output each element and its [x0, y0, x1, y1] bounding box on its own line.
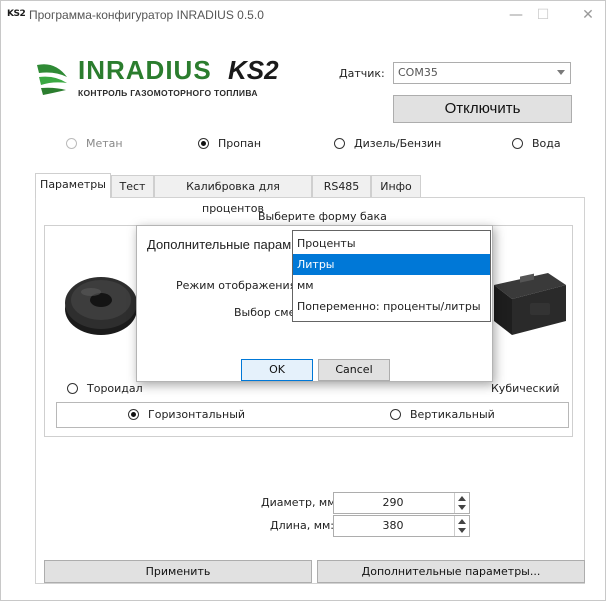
shape-label-toroid: Тороидал [87, 382, 143, 395]
spin-up-icon [458, 519, 466, 524]
logo-brand-text: INRADIUS [78, 55, 212, 85]
spin-down-icon [458, 528, 466, 533]
chevron-down-icon [557, 70, 565, 75]
brand-logo: INRADIUS KS2 КОНТРОЛЬ ГАЗОМОТОРНОГО ТОПЛ… [33, 55, 293, 115]
maximize-button[interactable]: ☐ [530, 4, 556, 26]
app-icon: KS2 [7, 9, 26, 19]
logo-swoosh-icon [37, 64, 67, 95]
tab-rs485[interactable]: RS485 [312, 175, 371, 197]
dialog-title: Дополнительные парам [147, 237, 292, 252]
orientation-radio-vertical[interactable] [390, 409, 401, 420]
dropdown-item-alternate[interactable]: Попеременно: проценты/литры [293, 296, 490, 317]
tab-info[interactable]: Инфо [371, 175, 421, 197]
diameter-input[interactable]: 290 [333, 492, 470, 514]
cancel-button[interactable]: Cancel [318, 359, 390, 381]
logo-tagline: КОНТРОЛЬ ГАЗОМОТОРНОГО ТОПЛИВА [78, 88, 258, 98]
spin-up-icon [458, 496, 466, 501]
fuel-label-diesel: Дизель/Бензин [354, 137, 442, 150]
title-bar: KS2 Программа-конфигуратор INRADIUS 0.5.… [0, 0, 606, 30]
window-title: Программа-конфигуратор INRADIUS 0.5.0 [29, 8, 264, 22]
fuel-label-water: Вода [532, 137, 561, 150]
toroid-tank-image[interactable] [63, 262, 138, 342]
length-value: 380 [382, 519, 404, 532]
cubic-tank-image[interactable] [490, 263, 568, 341]
fuel-label-methane: Метан [86, 137, 123, 150]
length-spinner[interactable] [454, 516, 469, 536]
extra-parameters-button[interactable]: Дополнительные параметры... [317, 560, 585, 583]
apply-button[interactable]: Применить [44, 560, 312, 583]
shape-radio-toroid[interactable] [67, 383, 78, 394]
tank-shape-title: Выберите форму бака [258, 210, 387, 223]
spin-down-icon [458, 505, 466, 510]
orientation-label-vertical: Вертикальный [410, 408, 495, 421]
fuel-radio-diesel[interactable] [334, 138, 345, 149]
fuel-radio-methane[interactable] [66, 138, 77, 149]
minimize-button[interactable]: — [503, 4, 529, 26]
sensor-label: Датчик: [339, 67, 385, 80]
fuel-radio-water[interactable] [512, 138, 523, 149]
shape-label-cubic: Кубический [491, 382, 560, 395]
sensor-port-select[interactable]: COM35 [393, 62, 571, 84]
tab-test[interactable]: Тест [111, 175, 154, 197]
length-label: Длина, мм: [270, 519, 335, 532]
length-input[interactable]: 380 [333, 515, 470, 537]
orientation-radio-horizontal[interactable] [128, 409, 139, 420]
close-button[interactable]: ✕ [575, 4, 601, 26]
diameter-label: Диаметр, мм [261, 496, 336, 509]
diameter-value: 290 [382, 496, 404, 509]
disconnect-button[interactable]: Отключить [393, 95, 572, 123]
dropdown-item-percent[interactable]: Проценты [293, 233, 490, 254]
sensor-port-value: COM35 [398, 66, 438, 79]
logo-mark-text: KS2 [228, 55, 279, 85]
dropdown-item-liters[interactable]: Литры [293, 254, 490, 275]
display-mode-label: Режим отображения: [176, 279, 300, 292]
tab-calibration[interactable]: Калибровка для процентов [154, 175, 312, 215]
orientation-label-horizontal: Горизонтальный [148, 408, 246, 421]
ok-button[interactable]: OK [241, 359, 313, 381]
fuel-label-propane: Пропан [218, 137, 262, 150]
diameter-spinner[interactable] [454, 493, 469, 513]
fuel-radio-propane[interactable] [198, 138, 209, 149]
display-mode-dropdown[interactable]: Проценты Литры мм Попеременно: проценты/… [292, 230, 491, 322]
tab-parameters[interactable]: Параметры [35, 173, 111, 198]
dropdown-item-mm[interactable]: мм [293, 275, 490, 296]
